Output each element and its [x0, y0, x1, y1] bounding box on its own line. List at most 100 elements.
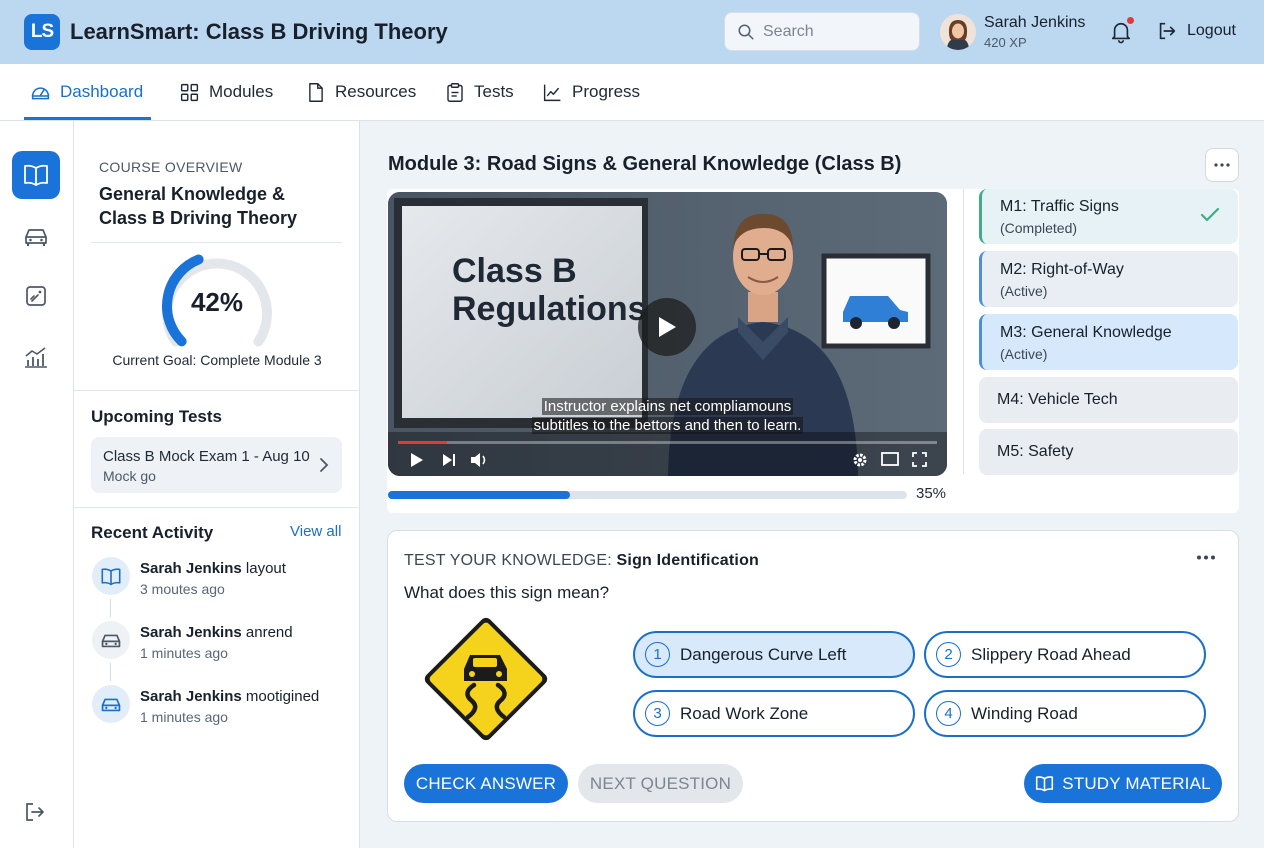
activity-icon	[92, 621, 130, 659]
video-panel: Class B Regulations Instructor explains …	[387, 189, 1239, 513]
play-icon[interactable]	[410, 452, 424, 468]
answer-option-4[interactable]: 4 Winding Road	[924, 690, 1206, 737]
checkmark-icon	[1200, 207, 1220, 223]
nav-label: Progress	[572, 82, 641, 101]
notification-dot	[1126, 16, 1135, 25]
volume-icon[interactable]	[470, 452, 488, 468]
module-item-title: M1: Traffic Signs	[1000, 198, 1119, 215]
line-chart-icon	[542, 82, 563, 103]
car-icon	[100, 631, 122, 650]
whiteboard-text: Class B Regulations	[452, 252, 647, 328]
divider	[91, 242, 342, 243]
module-item-m3[interactable]: M3: General Knowledge (Active)	[979, 314, 1238, 370]
activity-action: mootigined	[245, 688, 320, 705]
caption-line: Instructor explains net compliamouns	[541, 398, 794, 415]
quiz-icon	[24, 284, 48, 308]
nav-label: Resources	[335, 82, 417, 101]
timeline-line	[110, 599, 111, 617]
activity-user: Sarah Jenkins	[140, 688, 242, 705]
car-icon	[100, 695, 122, 714]
skip-next-icon[interactable]	[442, 452, 456, 468]
option-number: 4	[936, 701, 961, 726]
rail-stats-button[interactable]	[12, 333, 60, 381]
logout-icon[interactable]	[22, 800, 48, 824]
test-subtitle: Mock go	[103, 468, 156, 484]
search-icon	[737, 23, 755, 41]
quiz-card: TEST YOUR KNOWLEDGE: Sign Identification…	[387, 530, 1239, 822]
book-icon	[23, 163, 49, 187]
rail-quiz-button[interactable]	[12, 272, 60, 320]
option-number: 2	[936, 642, 961, 667]
activity-icon	[92, 685, 130, 723]
module-item-m2[interactable]: M2: Right-of-Way (Active)	[979, 251, 1238, 307]
rail-course-button[interactable]	[12, 151, 60, 199]
module-more-button[interactable]	[1205, 148, 1239, 182]
study-material-button[interactable]: STUDY MATERIAL	[1024, 764, 1222, 803]
module-item-title: M2: Right-of-Way	[1000, 261, 1124, 278]
fullscreen-icon[interactable]	[912, 452, 927, 467]
active-tab-indicator	[24, 117, 151, 120]
module-progress-value: 35%	[916, 485, 947, 502]
nav-resources[interactable]: Resources	[306, 64, 416, 120]
option-number: 3	[645, 701, 670, 726]
option-label: Slippery Road Ahead	[971, 644, 1131, 664]
search-box[interactable]	[724, 12, 920, 51]
module-item-title: M3: General Knowledge	[1000, 324, 1172, 341]
more-dots-icon	[1213, 163, 1231, 167]
module-item-m1[interactable]: M1: Traffic Signs (Completed)	[979, 189, 1238, 244]
view-all-link[interactable]: View all	[290, 523, 341, 540]
nav-label: Tests	[474, 82, 514, 101]
course-sidebar: COURSE OVERVIEW General Knowledge & Clas…	[74, 121, 360, 848]
activity-text: Sarah Jenkins anrend	[140, 624, 293, 641]
test-title: Class B Mock Exam 1 - Aug 10	[103, 448, 310, 465]
document-icon	[306, 82, 326, 103]
avatar[interactable]	[940, 14, 976, 50]
nav-dashboard[interactable]: Dashboard	[30, 64, 143, 120]
play-button[interactable]	[638, 298, 696, 356]
search-input[interactable]	[763, 22, 903, 41]
divider	[74, 390, 360, 391]
option-label: Dangerous Curve Left	[680, 644, 847, 664]
activity-action: anrend	[245, 624, 293, 641]
activity-user: Sarah Jenkins	[140, 560, 242, 577]
top-bar: LS LearnSmart: Class B Driving Theory Sa…	[0, 0, 1264, 64]
nav-tests[interactable]: Tests	[445, 64, 514, 120]
quiz-prefix: TEST YOUR KNOWLEDGE:	[404, 552, 612, 569]
video-player[interactable]: Class B Regulations Instructor explains …	[388, 192, 947, 476]
nav-progress[interactable]: Progress	[542, 64, 640, 120]
module-item-m4[interactable]: M4: Vehicle Tech	[979, 377, 1238, 423]
main-content: Module 3: Road Signs & General Knowledge…	[360, 121, 1264, 848]
quiz-topic: Sign Identification	[616, 552, 760, 569]
video-seek-bar[interactable]	[398, 441, 937, 444]
car-icon	[23, 225, 49, 247]
icon-rail	[0, 121, 74, 848]
more-dots-icon[interactable]	[1196, 555, 1216, 560]
module-progress-fill	[388, 491, 570, 499]
nav-modules[interactable]: Modules	[179, 64, 273, 120]
chevron-right-icon	[319, 457, 329, 473]
module-item-status: (Active)	[1000, 346, 1048, 362]
app-logo[interactable]: LS	[24, 14, 60, 50]
next-question-button[interactable]: NEXT QUESTION	[578, 764, 743, 803]
settings-gear-icon[interactable]	[852, 452, 868, 468]
module-title: Module 3: Road Signs & General Knowledge…	[388, 153, 902, 175]
rail-vehicle-button[interactable]	[12, 212, 60, 260]
answer-option-1[interactable]: 1 Dangerous Curve Left	[633, 631, 915, 678]
study-material-label: STUDY MATERIAL	[1062, 773, 1211, 793]
video-seek-fill	[398, 441, 447, 444]
main-nav: Dashboard Modules Resources Tests Progre…	[0, 64, 1264, 121]
upcoming-test-card[interactable]: Class B Mock Exam 1 - Aug 10 Mock go	[91, 437, 342, 493]
whiteboard-line: Class B	[452, 252, 577, 290]
clipboard-icon	[445, 82, 465, 103]
theater-mode-icon[interactable]	[881, 452, 899, 466]
check-answer-button[interactable]: CHECK ANSWER	[404, 764, 568, 803]
app-title: LearnSmart: Class B Driving Theory	[70, 19, 448, 44]
module-item-m5[interactable]: M5: Safety	[979, 429, 1238, 475]
caption-line: subtitles to the bettors and then to lea…	[531, 417, 804, 434]
answer-option-3[interactable]: 3 Road Work Zone	[633, 690, 915, 737]
answer-option-2[interactable]: 2 Slippery Road Ahead	[924, 631, 1206, 678]
logout-button[interactable]: Logout	[1156, 20, 1236, 42]
user-name: Sarah Jenkins	[984, 14, 1086, 31]
course-progress-value: 42%	[190, 287, 244, 317]
whiteboard-line: Regulations	[452, 290, 647, 328]
